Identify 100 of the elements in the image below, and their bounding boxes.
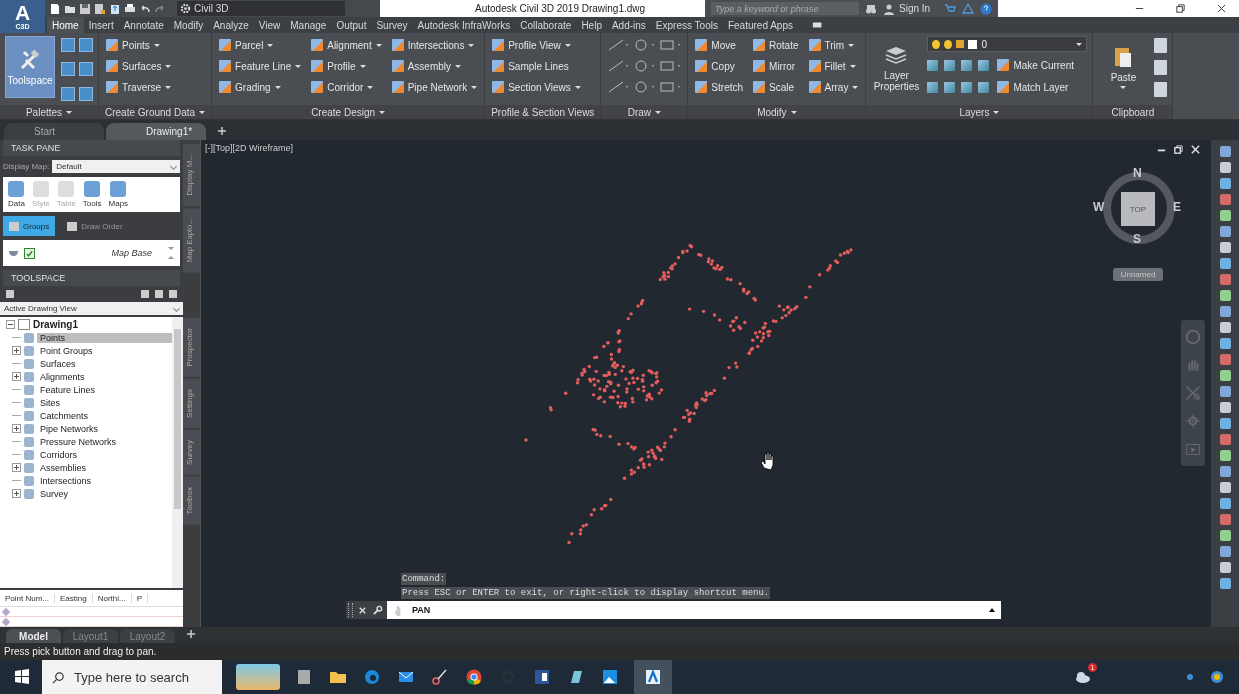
layer-action-button[interactable]: Match Layer: [995, 78, 1071, 96]
tool-icon[interactable]: [1219, 178, 1231, 189]
task-pane-tool-button[interactable]: Tools: [80, 181, 104, 208]
taskbar-search-field[interactable]: Type here to search: [42, 660, 222, 694]
panel-title[interactable]: Modify: [688, 105, 866, 119]
tree-item[interactable]: Drawing1: [6, 317, 172, 331]
ribbon-tab[interactable]: Express Tools: [650, 17, 723, 33]
tool-icon[interactable]: [1219, 226, 1231, 237]
ribbon-tab[interactable]: Collaborate: [515, 17, 577, 33]
layout-tab[interactable]: Model: [6, 629, 61, 643]
upload-icon[interactable]: [109, 2, 121, 15]
command-input-field[interactable]: PAN: [387, 601, 1001, 619]
tool-icon[interactable]: [1219, 242, 1231, 253]
workspace-dropdown[interactable]: Civil 3D: [177, 1, 345, 16]
paste-button[interactable]: Paste: [1098, 36, 1149, 98]
side-tab[interactable]: Display M...: [183, 144, 200, 206]
tree-item[interactable]: Alignments: [37, 371, 88, 382]
tree-item[interactable]: Survey: [37, 488, 71, 499]
tool-icon[interactable]: [1219, 258, 1231, 269]
circle-icon[interactable]: [632, 59, 657, 73]
ribbon-tool-button[interactable]: Grading: [217, 78, 304, 96]
app-tile-button[interactable]: [634, 660, 672, 694]
tray-icon[interactable]: [1187, 674, 1193, 680]
expand-icon[interactable]: [12, 346, 21, 355]
ribbon-tab[interactable]: Featured Apps: [722, 17, 798, 33]
tool-icon[interactable]: [1219, 450, 1231, 461]
circle-icon[interactable]: [632, 80, 657, 94]
panel-title[interactable]: Draw: [601, 105, 688, 119]
tree-item[interactable]: Catchments: [37, 410, 92, 421]
windows-logo-icon[interactable]: [12, 667, 32, 687]
document-tab[interactable]: Drawing1*: [106, 123, 206, 140]
column-header[interactable]: Point Num...: [0, 593, 55, 603]
ribbon-tool-button[interactable]: Profile: [309, 57, 384, 75]
tree-item[interactable]: Point Groups: [37, 345, 96, 356]
tool-icon[interactable]: [1219, 354, 1231, 365]
document-tab[interactable]: Start: [4, 123, 104, 140]
document-icon[interactable]: [1154, 82, 1168, 97]
ribbon-tab[interactable]: Home: [47, 17, 84, 33]
ribbon-tool-button[interactable]: Parcel: [217, 36, 304, 54]
layer-tool-icon[interactable]: [961, 59, 973, 71]
tool-icon[interactable]: [1219, 530, 1231, 541]
ribbon-tab[interactable]: Autodesk InfraWorks: [412, 17, 516, 33]
tool-icon[interactable]: [1219, 562, 1231, 573]
ribbon-tool-button[interactable]: Alignment: [309, 36, 384, 54]
chrome-icon[interactable]: [464, 667, 484, 687]
tool-icon[interactable]: [1219, 434, 1231, 445]
tool-icon[interactable]: [1219, 370, 1231, 381]
layer-tool-icon[interactable]: [961, 81, 973, 93]
print-icon[interactable]: [124, 2, 136, 15]
ribbon-tab[interactable]: Insert: [83, 17, 119, 33]
document-icon[interactable]: [1154, 60, 1168, 75]
layer-tool-icon[interactable]: [944, 59, 956, 71]
ribbon-tool-button[interactable]: Surfaces: [104, 57, 174, 75]
ribbon-tab[interactable]: Manage: [285, 17, 332, 33]
layer-action-button[interactable]: Make Current: [995, 56, 1076, 74]
task-pane-tool-button[interactable]: Data: [6, 181, 27, 208]
panel-title[interactable]: Layers: [866, 105, 1093, 119]
layer-tool-icon[interactable]: [978, 59, 990, 71]
ribbon-tool-button[interactable]: Pipe Network: [389, 78, 480, 96]
column-header[interactable]: P: [131, 593, 149, 603]
panel-title[interactable]: Clipboard: [1093, 105, 1173, 119]
plus-icon[interactable]: [216, 125, 228, 137]
side-tab[interactable]: Toolbox: [183, 476, 200, 525]
ribbon-tab[interactable]: Annotate: [118, 17, 169, 33]
circle-icon[interactable]: [632, 38, 657, 52]
restore-icon[interactable]: [1175, 3, 1186, 14]
palette-icon[interactable]: [61, 62, 75, 77]
tree-item[interactable]: Assemblies: [37, 462, 89, 473]
grip-icon[interactable]: [348, 603, 353, 617]
view-cube-face[interactable]: TOP: [1121, 192, 1155, 226]
scroll-arrows-icon[interactable]: [168, 247, 174, 259]
tool-icon[interactable]: [1219, 306, 1231, 317]
panel-title[interactable]: Create Design: [212, 105, 485, 119]
scissors-icon[interactable]: [430, 667, 450, 687]
view-toggle-button[interactable]: Draw Order: [61, 216, 129, 236]
tool-icon[interactable]: [1219, 146, 1231, 157]
ribbon-tool-button[interactable]: Array: [806, 78, 861, 96]
view-toggle-button[interactable]: Groups: [3, 216, 56, 236]
line-icon[interactable]: [606, 80, 631, 94]
panel-title[interactable]: Create Ground Data: [99, 105, 212, 119]
task-pane-tool-button[interactable]: Maps: [106, 181, 131, 208]
tree-item[interactable]: Pressure Networks: [37, 436, 120, 447]
tool-icon[interactable]: [1219, 386, 1231, 397]
line-icon[interactable]: [606, 38, 631, 52]
ribbon-tool-button[interactable]: Feature Line: [217, 57, 304, 75]
cart-icon[interactable]: [944, 2, 957, 15]
layer-properties-button[interactable]: Layer Properties: [871, 36, 922, 98]
viewport-controls-label[interactable]: [-][Top][2D Wireframe]: [205, 143, 294, 153]
checkbox[interactable]: [24, 247, 35, 259]
camera-icon[interactable]: [812, 19, 824, 31]
ribbon-tool-button[interactable]: Sample Lines: [490, 57, 583, 75]
expand-icon[interactable]: [12, 489, 21, 498]
tool-icon[interactable]: [1219, 274, 1231, 285]
layer-tool-icon[interactable]: [927, 59, 939, 71]
tool-icon[interactable]: [1219, 578, 1231, 589]
compass-letter[interactable]: N: [1133, 166, 1142, 180]
layer-dropdown[interactable]: 0: [927, 36, 1088, 52]
line-icon[interactable]: [606, 59, 631, 73]
tool-icon[interactable]: [1219, 514, 1231, 525]
tool-icon[interactable]: [1219, 418, 1231, 429]
